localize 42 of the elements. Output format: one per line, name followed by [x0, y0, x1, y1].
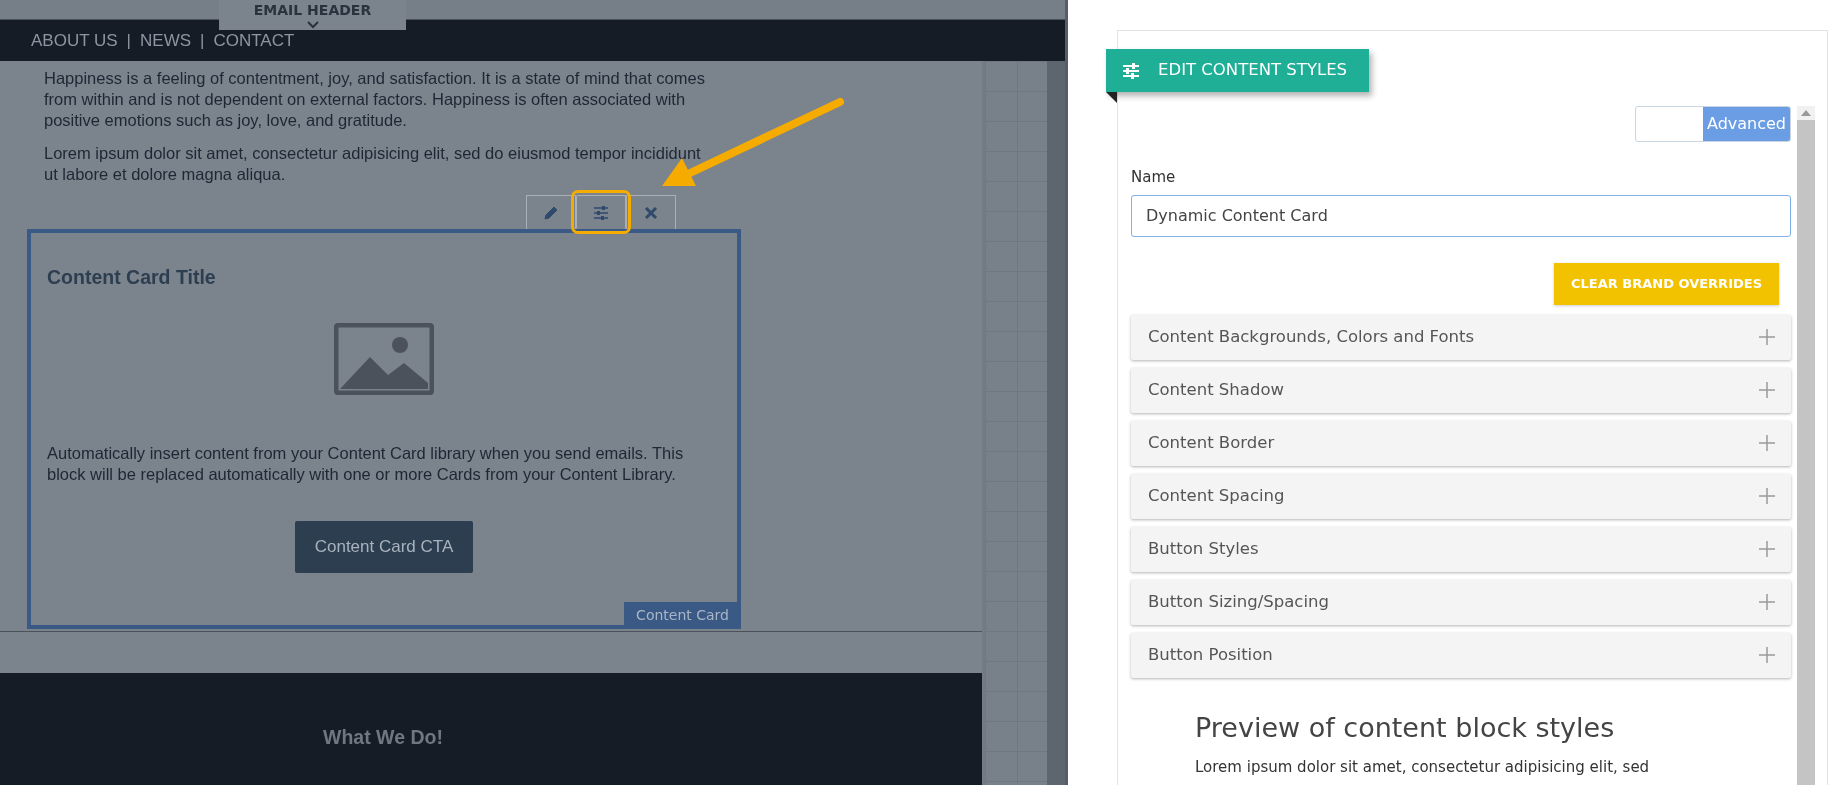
scrollbar[interactable]: [1047, 61, 1065, 785]
edit-content-styles-header: EDIT CONTENT STYLES: [1106, 49, 1370, 92]
cta-button[interactable]: Content Card CTA: [294, 521, 474, 573]
nav-separator: |: [126, 29, 131, 52]
body-paragraph: Lorem ipsum dolor sit amet, consectetur adipisicing elit, sed do eiusmod tempor incididunt ut labore et dolore magna aliqua.: [44, 143, 702, 185]
field-label: Name: [1131, 167, 1177, 188]
plus-icon: [1759, 647, 1775, 663]
plus-icon: [1759, 488, 1775, 504]
body-paragraph: Happiness is a feeling of contentment, joy, and satisfaction. It is a state of mind that comes from within and is not dependent on external factors. Happiness is often associated with positive emotions such as joy, love, and gratitude.: [44, 68, 706, 131]
nav-separator: |: [200, 29, 205, 52]
nav-link[interactable]: CONTACT: [213, 27, 295, 54]
close-button[interactable]: [626, 195, 676, 229]
scroll-up-icon[interactable]: [1801, 110, 1811, 116]
accordion-header[interactable]: Button Position: [1131, 632, 1791, 678]
pencil-button[interactable]: [526, 195, 576, 229]
nav-link[interactable]: ABOUT US: [31, 27, 118, 54]
content-card-block[interactable]: [27, 229, 741, 629]
preview-text: Lorem ipsum dolor sit amet, consectetur adipisicing elit, sed: [1195, 756, 1651, 778]
plus-icon: [1759, 435, 1775, 451]
image-placeholder-icon: [334, 323, 434, 396]
nav-link[interactable]: NEWS: [140, 27, 191, 54]
plus-icon: [1759, 594, 1775, 610]
plus-icon: [1759, 541, 1775, 557]
scrollbar[interactable]: [1797, 106, 1815, 785]
card-title: Content Card Title: [47, 265, 217, 290]
ribbon-fold: [1106, 92, 1117, 103]
card-description: Automatically insert content from your Content Card library when you send emails. This block will be replaced automatically with one or more Cards from your Content Library.: [47, 443, 685, 486]
accordion-header[interactable]: Content Shadow: [1131, 367, 1791, 413]
preview-heading: Preview of content block styles: [1195, 711, 1616, 744]
header-tab-label: EMAIL HEADER: [252, 3, 373, 17]
footer-heading: What We Do!: [323, 725, 444, 750]
plus-icon: [1759, 329, 1775, 345]
accordion-header[interactable]: Content Backgrounds, Colors and Fonts: [1131, 314, 1791, 360]
accordion-header[interactable]: Content Border: [1131, 420, 1791, 466]
name-input-field[interactable]: Dynamic Content Card: [1131, 194, 1791, 237]
accordion-header[interactable]: Button Sizing/Spacing: [1131, 579, 1791, 625]
chevron-down-icon: [306, 21, 319, 29]
accordion-header[interactable]: Button Styles: [1131, 526, 1791, 572]
accordion-header[interactable]: Content Spacing: [1131, 473, 1791, 519]
plus-icon: [1759, 382, 1775, 398]
sliders-icon: [592, 203, 610, 222]
sliders-icon: [1122, 62, 1140, 79]
